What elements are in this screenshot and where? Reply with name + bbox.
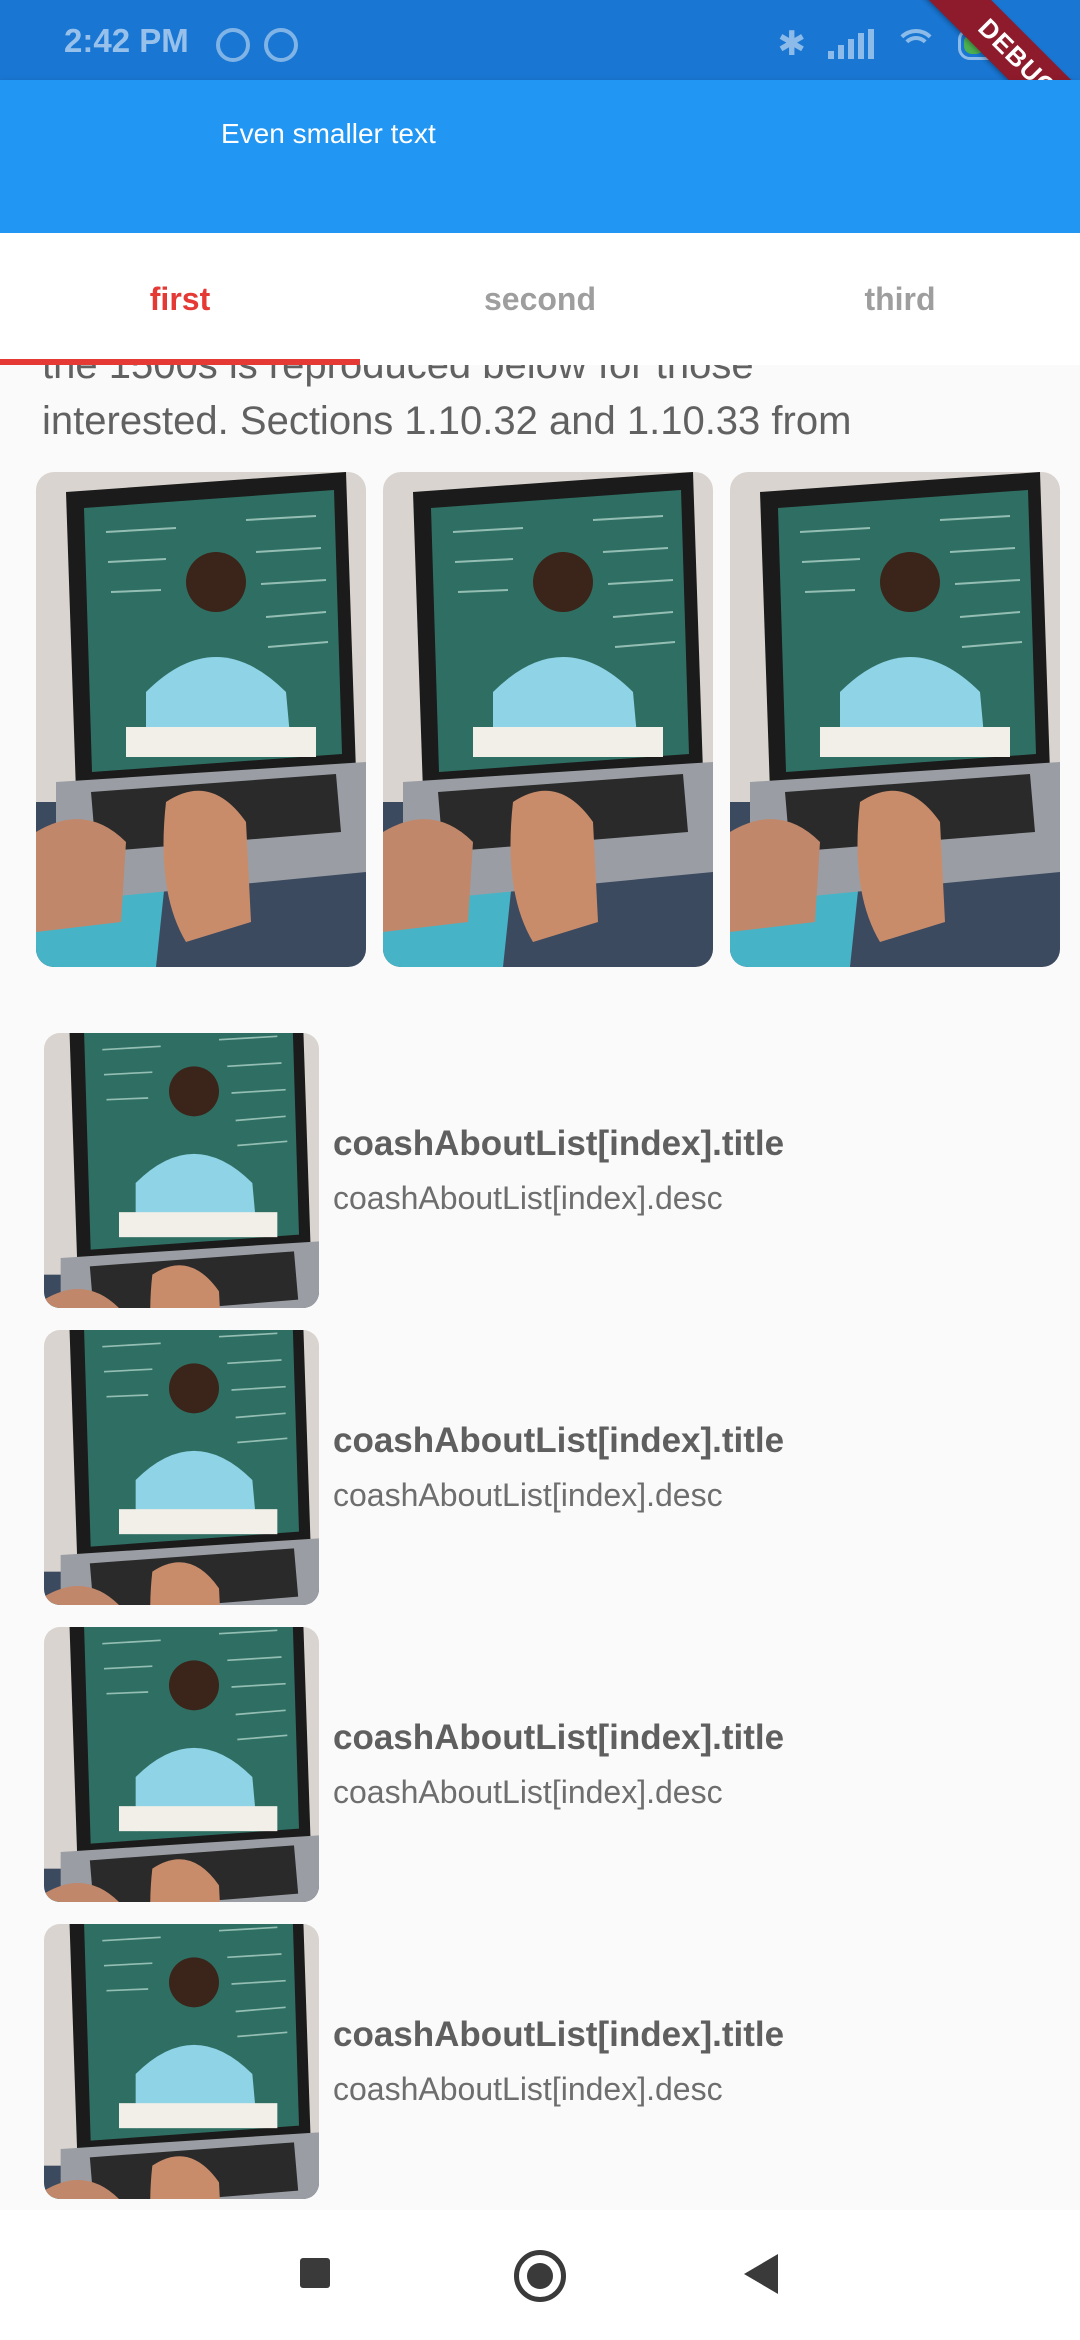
tab-content[interactable]: the 1500s is reproduced below for those … [0,365,1080,2210]
notification-icon [216,28,250,62]
list-item-desc: coashAboutList[index].desc [333,2071,723,2107]
triangle-back-icon[interactable] [744,2254,778,2294]
tab-second[interactable]: second [360,233,720,365]
system-nav-bar [0,2210,1080,2340]
circle-icon[interactable] [514,2250,566,2302]
list-item[interactable]: coashAboutList[index].title coashAboutLi… [44,1627,1044,1902]
square-icon[interactable] [300,2258,330,2288]
carousel-image[interactable] [383,472,713,967]
bluetooth-icon: ✱ [777,25,807,63]
list-item[interactable]: coashAboutList[index].title coashAboutLi… [44,1924,1044,2199]
list-item-image [44,1330,319,1605]
image-carousel[interactable] [36,472,1080,967]
carousel-image[interactable] [36,472,366,967]
list-item-image [44,1627,319,1902]
list-item-title: coashAboutList[index].title [333,1124,785,1163]
tab-bar: first second third [0,233,1080,365]
list-item-title: coashAboutList[index].title [333,2015,785,2054]
app-bar-title: Even smaller text [221,118,436,149]
intro-text: the 1500s is reproduced below for those … [42,365,852,443]
app-bar: Even smaller text [0,80,1080,233]
wifi-icon [896,29,936,59]
list-item[interactable]: coashAboutList[index].title coashAboutLi… [44,1330,1044,1605]
list-item[interactable]: coashAboutList[index].title coashAboutLi… [44,1033,1044,1308]
list-item-title: coashAboutList[index].title [333,1718,785,1757]
about-list: coashAboutList[index].title coashAboutLi… [44,1033,1044,2210]
list-item-image [44,1924,319,2199]
tab-third[interactable]: third [720,233,1080,365]
list-item-desc: coashAboutList[index].desc [333,1180,723,1216]
tab-first[interactable]: first [0,233,360,365]
notification-icon [264,28,298,62]
status-bar: 2:42 PM ✱ 100 [0,0,1080,80]
status-time: 2:42 PM [64,22,189,59]
list-item-image [44,1033,319,1308]
list-item-desc: coashAboutList[index].desc [333,1774,723,1810]
list-item-desc: coashAboutList[index].desc [333,1477,723,1513]
carousel-image[interactable] [730,472,1060,967]
list-item-title: coashAboutList[index].title [333,1421,785,1460]
signal-icon [828,29,874,59]
